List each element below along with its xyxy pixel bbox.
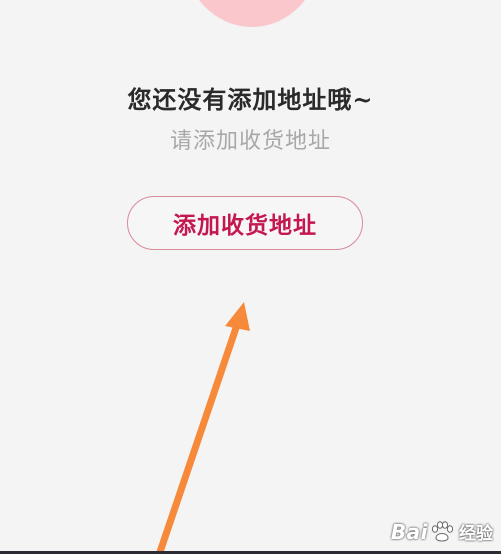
add-shipping-address-button[interactable]: 添加收货地址 bbox=[127, 196, 363, 250]
empty-address-title: 您还没有添加地址哦~ bbox=[127, 85, 374, 114]
paw-logo-icon bbox=[431, 520, 454, 541]
empty-address-subtitle: 请添加收货地址 bbox=[169, 129, 331, 154]
watermark-brand: Bai bbox=[390, 519, 428, 544]
baidu-jingyan-watermark: Bai 经验 bbox=[390, 519, 493, 545]
watermark-service: 经验 bbox=[459, 524, 493, 544]
decorative-circle bbox=[184, 0, 320, 27]
